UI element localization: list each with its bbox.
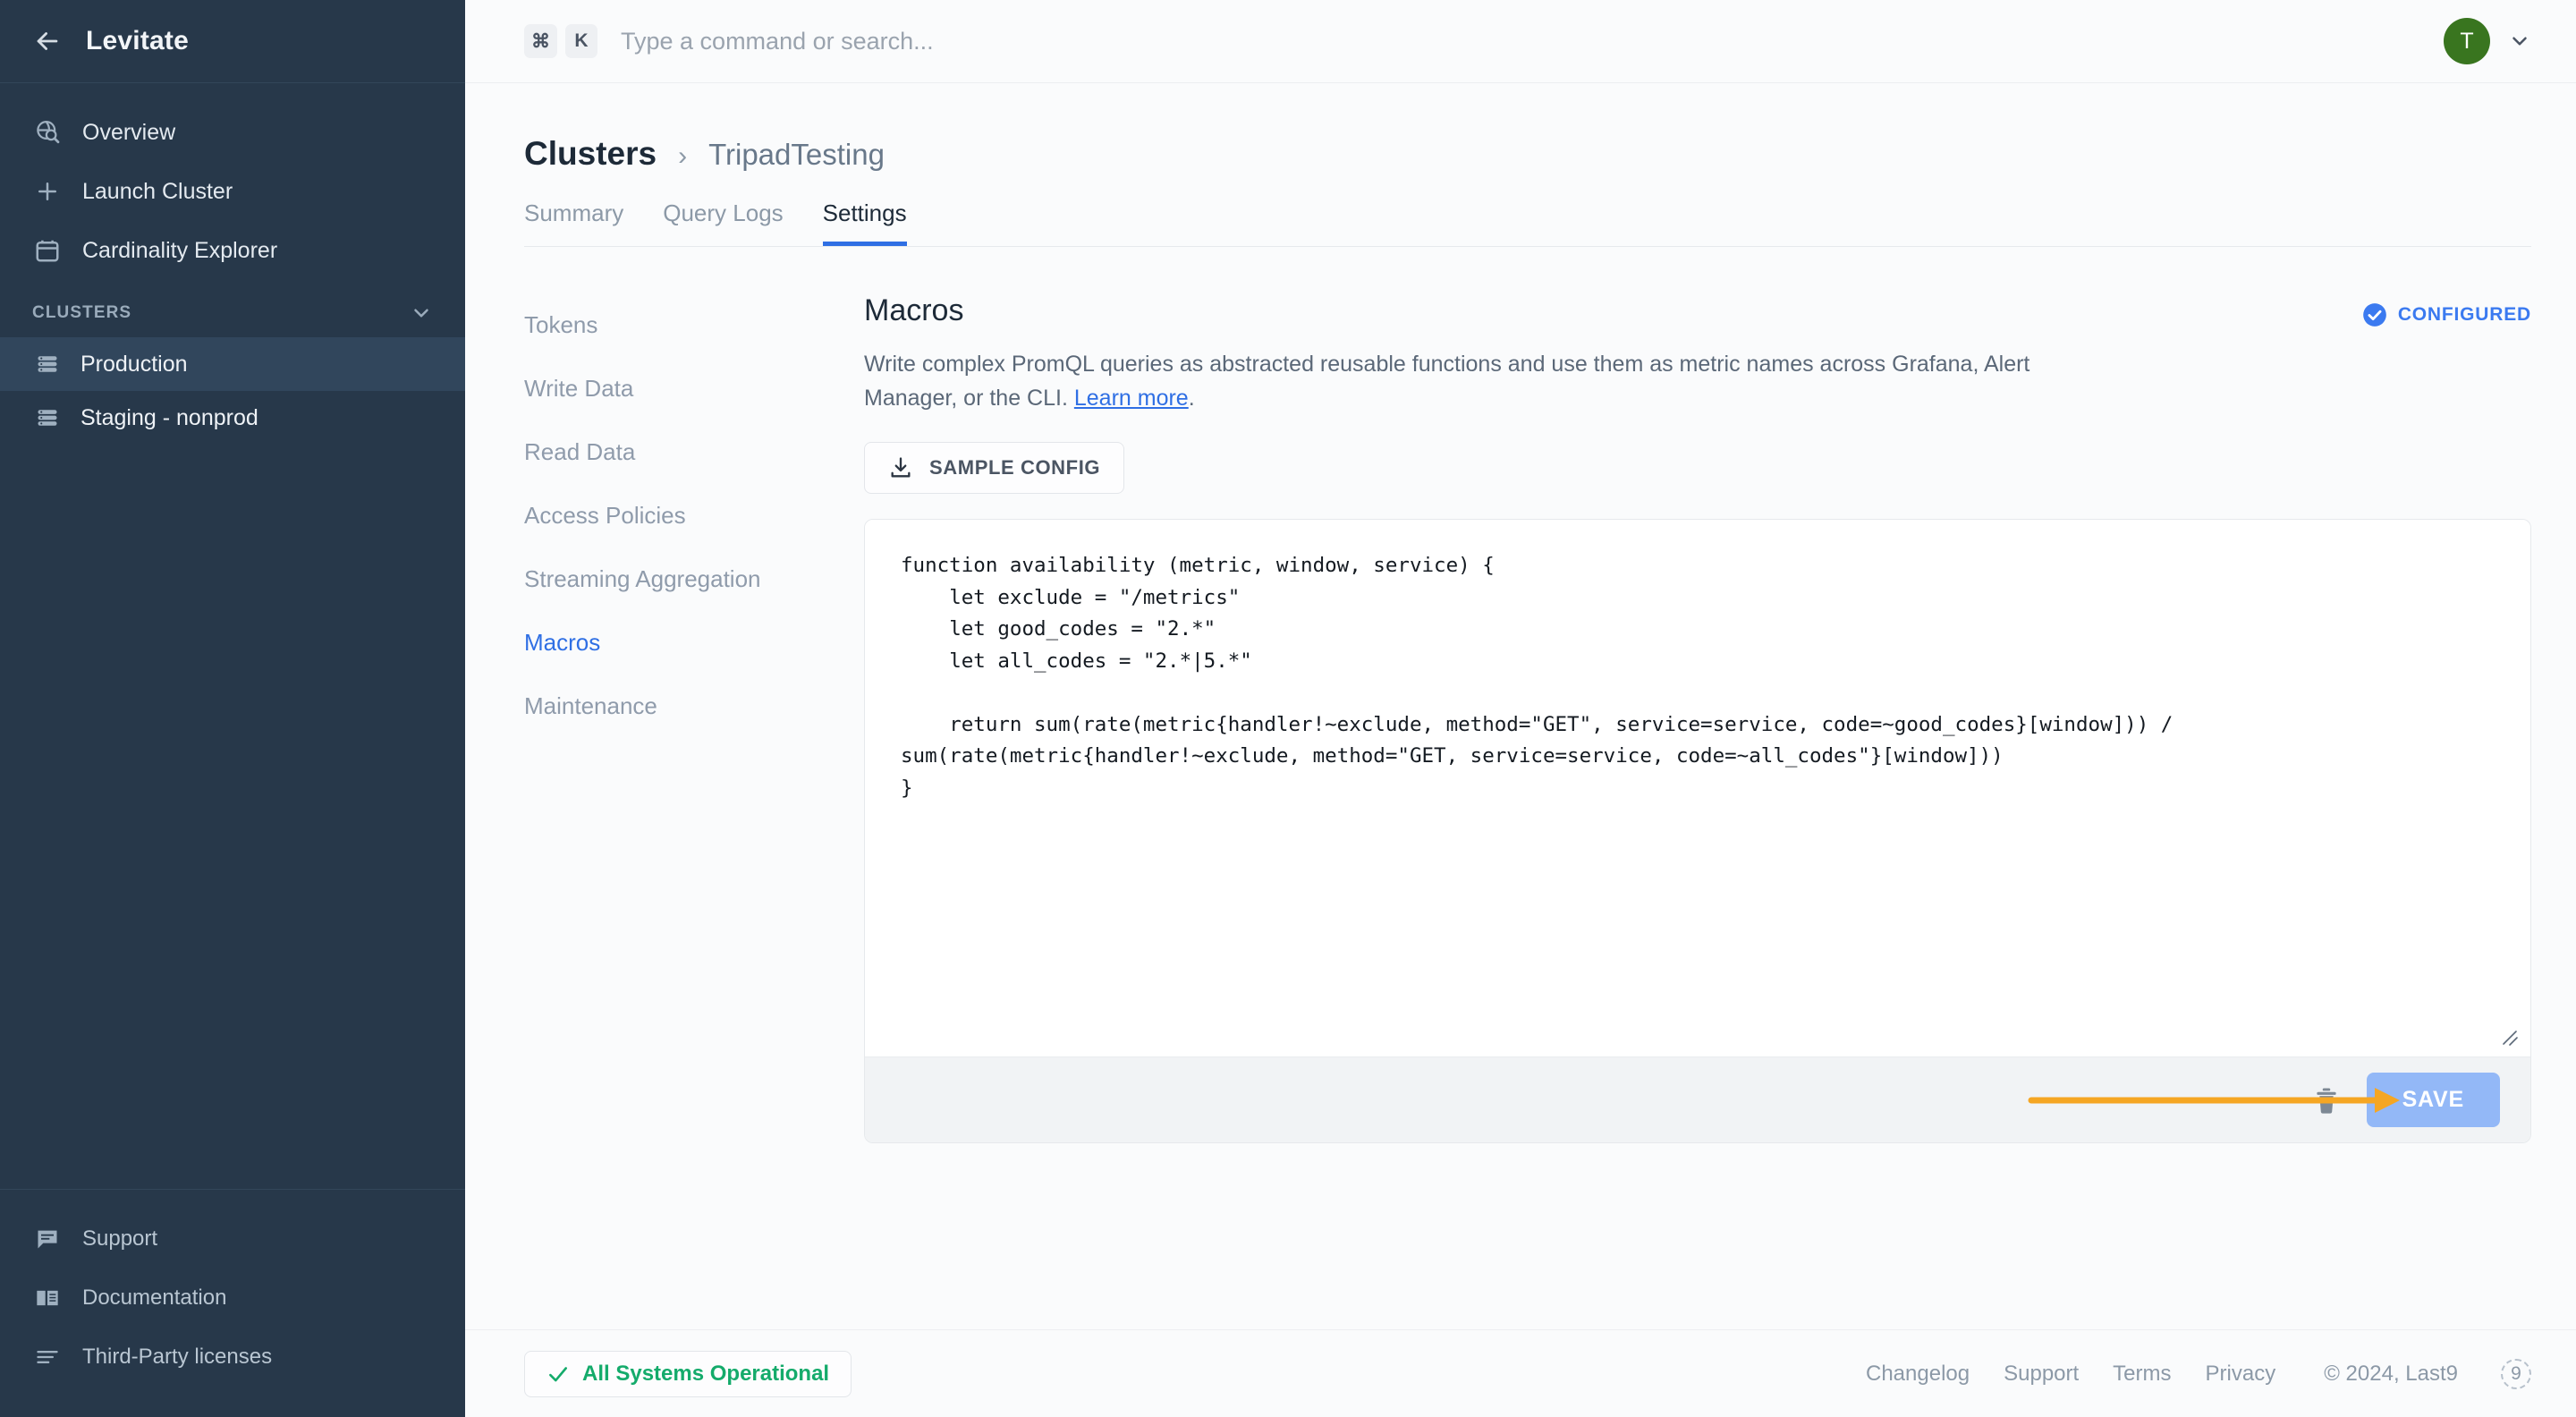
chevron-down-icon[interactable] — [2508, 30, 2531, 53]
macro-code-text[interactable]: function availability (metric, window, s… — [901, 550, 2495, 804]
settings-nav-access-policies[interactable]: Access Policies — [524, 489, 864, 553]
kbd-k-key: K — [565, 24, 597, 58]
server-icon — [32, 403, 63, 433]
plus-icon — [32, 176, 63, 207]
save-button[interactable]: SAVE — [2366, 1073, 2500, 1127]
settings-nav-streaming-aggregation[interactable]: Streaming Aggregation — [524, 553, 864, 616]
tab-settings[interactable]: Settings — [822, 199, 907, 246]
page-title: Macros — [864, 293, 964, 327]
footer-link-support[interactable]: Support — [2004, 1362, 2079, 1387]
status-pill[interactable]: All Systems Operational — [524, 1350, 852, 1397]
sidebar-title: Levitate — [86, 26, 189, 55]
chat-icon — [32, 1224, 63, 1254]
last9-logo-icon: 9 — [2501, 1358, 2531, 1389]
sidebar-item-cardinality-explorer[interactable]: Cardinality Explorer — [0, 221, 465, 280]
server-icon — [32, 349, 63, 379]
sidebar-item-documentation[interactable]: Documentation — [0, 1269, 465, 1328]
sidebar-item-overview[interactable]: Overview — [0, 103, 465, 162]
resize-grip-icon[interactable] — [2498, 1026, 2520, 1048]
sidebar-item-staging-nonprod[interactable]: Staging - nonprod — [0, 391, 465, 445]
breadcrumb-current: TripadTesting — [708, 138, 885, 171]
search-input[interactable]: Type a command or search... — [621, 28, 934, 55]
footer-link-privacy[interactable]: Privacy — [2206, 1362, 2276, 1387]
top-bar-right: T — [2444, 18, 2531, 64]
settings-nav-read-data[interactable]: Read Data — [524, 426, 864, 489]
sidebar-section-clusters[interactable]: CLUSTERS — [0, 280, 465, 337]
sidebar-header: Levitate — [0, 0, 465, 83]
sidebar-item-label: Launch Cluster — [82, 178, 233, 204]
macros-description-text: Write complex PromQL queries as abstract… — [864, 352, 2030, 411]
tab-bar: Summary Query Logs Settings — [524, 199, 2531, 247]
settings-nav-macros[interactable]: Macros — [524, 616, 864, 680]
status-badge-label: CONFIGURED — [2397, 304, 2531, 325]
book-icon — [32, 1283, 63, 1313]
avatar[interactable]: T — [2444, 18, 2490, 64]
sidebar-cluster-label: Staging - nonprod — [80, 404, 258, 430]
chevron-down-icon[interactable] — [410, 301, 433, 325]
sidebar-item-label: Overview — [82, 119, 176, 145]
check-icon — [547, 1362, 570, 1386]
status-pill-label: All Systems Operational — [582, 1361, 830, 1386]
chevron-right-icon: › — [678, 141, 688, 171]
tab-summary[interactable]: Summary — [524, 199, 623, 246]
footer-links: Changelog Support Terms Privacy © 2024, … — [1866, 1358, 2531, 1389]
tab-query-logs[interactable]: Query Logs — [663, 199, 783, 246]
settings-nav-maintenance[interactable]: Maintenance — [524, 680, 864, 743]
sidebar-nav: Overview Launch Cluster Cardinality Expl… — [0, 83, 465, 445]
copyright-text: © 2024, Last9 — [2324, 1361, 2458, 1386]
macros-panel: Macros CONFIGURED Write complex PromQL q… — [864, 293, 2531, 1143]
command-shortcut[interactable]: ⌘ K — [524, 24, 597, 58]
sidebar-footer-label: Support — [82, 1226, 158, 1251]
top-bar: ⌘ K Type a command or search... T — [465, 0, 2576, 83]
settings-body: Tokens Write Data Read Data Access Polic… — [524, 293, 2531, 1143]
check-circle-icon — [2362, 302, 2387, 327]
footer-link-changelog[interactable]: Changelog — [1866, 1362, 1970, 1387]
footer-link-terms[interactable]: Terms — [2113, 1362, 2171, 1387]
arrow-right-annotation — [2028, 1082, 2403, 1118]
sidebar-footer-label: Documentation — [82, 1285, 227, 1310]
sidebar-cluster-label: Production — [80, 351, 188, 377]
page-content: Clusters › TripadTesting Summary Query L… — [465, 83, 2576, 1329]
trash-icon[interactable] — [2311, 1085, 2342, 1116]
sidebar-item-launch-cluster[interactable]: Launch Cluster — [0, 162, 465, 221]
sample-config-button[interactable]: SAMPLE CONFIG — [864, 442, 1125, 494]
learn-more-link[interactable]: Learn more — [1074, 386, 1189, 411]
macros-header: Macros CONFIGURED — [864, 293, 2531, 328]
macro-code-editor[interactable]: function availability (metric, window, s… — [865, 520, 2530, 1056]
settings-nav-write-data[interactable]: Write Data — [524, 362, 864, 426]
sidebar-item-label: Cardinality Explorer — [82, 237, 278, 263]
status-badge: CONFIGURED — [2362, 293, 2531, 327]
breadcrumb: Clusters › TripadTesting — [524, 83, 2531, 173]
globe-search-icon — [32, 117, 63, 148]
macros-description: Write complex PromQL queries as abstract… — [864, 348, 2089, 415]
sidebar-item-support[interactable]: Support — [0, 1209, 465, 1269]
sidebar-footer-label: Third-Party licenses — [82, 1345, 273, 1369]
sidebar-item-third-party-licenses[interactable]: Third-Party licenses — [0, 1328, 465, 1387]
download-icon — [888, 455, 913, 480]
arrow-left-icon[interactable] — [32, 26, 63, 56]
macro-editor-actions: SAVE — [865, 1056, 2530, 1142]
sidebar-item-production[interactable]: Production — [0, 337, 465, 391]
kbd-cmd-key: ⌘ — [524, 24, 557, 58]
sidebar-footer: Support Documentation Third-Party licens… — [0, 1189, 465, 1417]
settings-nav: Tokens Write Data Read Data Access Polic… — [524, 293, 864, 1143]
main-area: ⌘ K Type a command or search... T Cluste… — [465, 0, 2576, 1417]
sidebar-section-label: CLUSTERS — [32, 303, 132, 322]
sidebar: Levitate Overview Launch Cluster Cardina… — [0, 0, 465, 1417]
settings-nav-tokens[interactable]: Tokens — [524, 299, 864, 362]
macro-editor-card: function availability (metric, window, s… — [864, 519, 2531, 1143]
breadcrumb-root[interactable]: Clusters — [524, 135, 657, 173]
app-root: Levitate Overview Launch Cluster Cardina… — [0, 0, 2576, 1417]
page-footer: All Systems Operational Changelog Suppor… — [465, 1329, 2576, 1417]
calendar-icon — [32, 235, 63, 266]
list-icon — [32, 1342, 63, 1372]
sample-config-label: SAMPLE CONFIG — [929, 456, 1101, 479]
macros-description-suffix: . — [1188, 385, 1195, 411]
